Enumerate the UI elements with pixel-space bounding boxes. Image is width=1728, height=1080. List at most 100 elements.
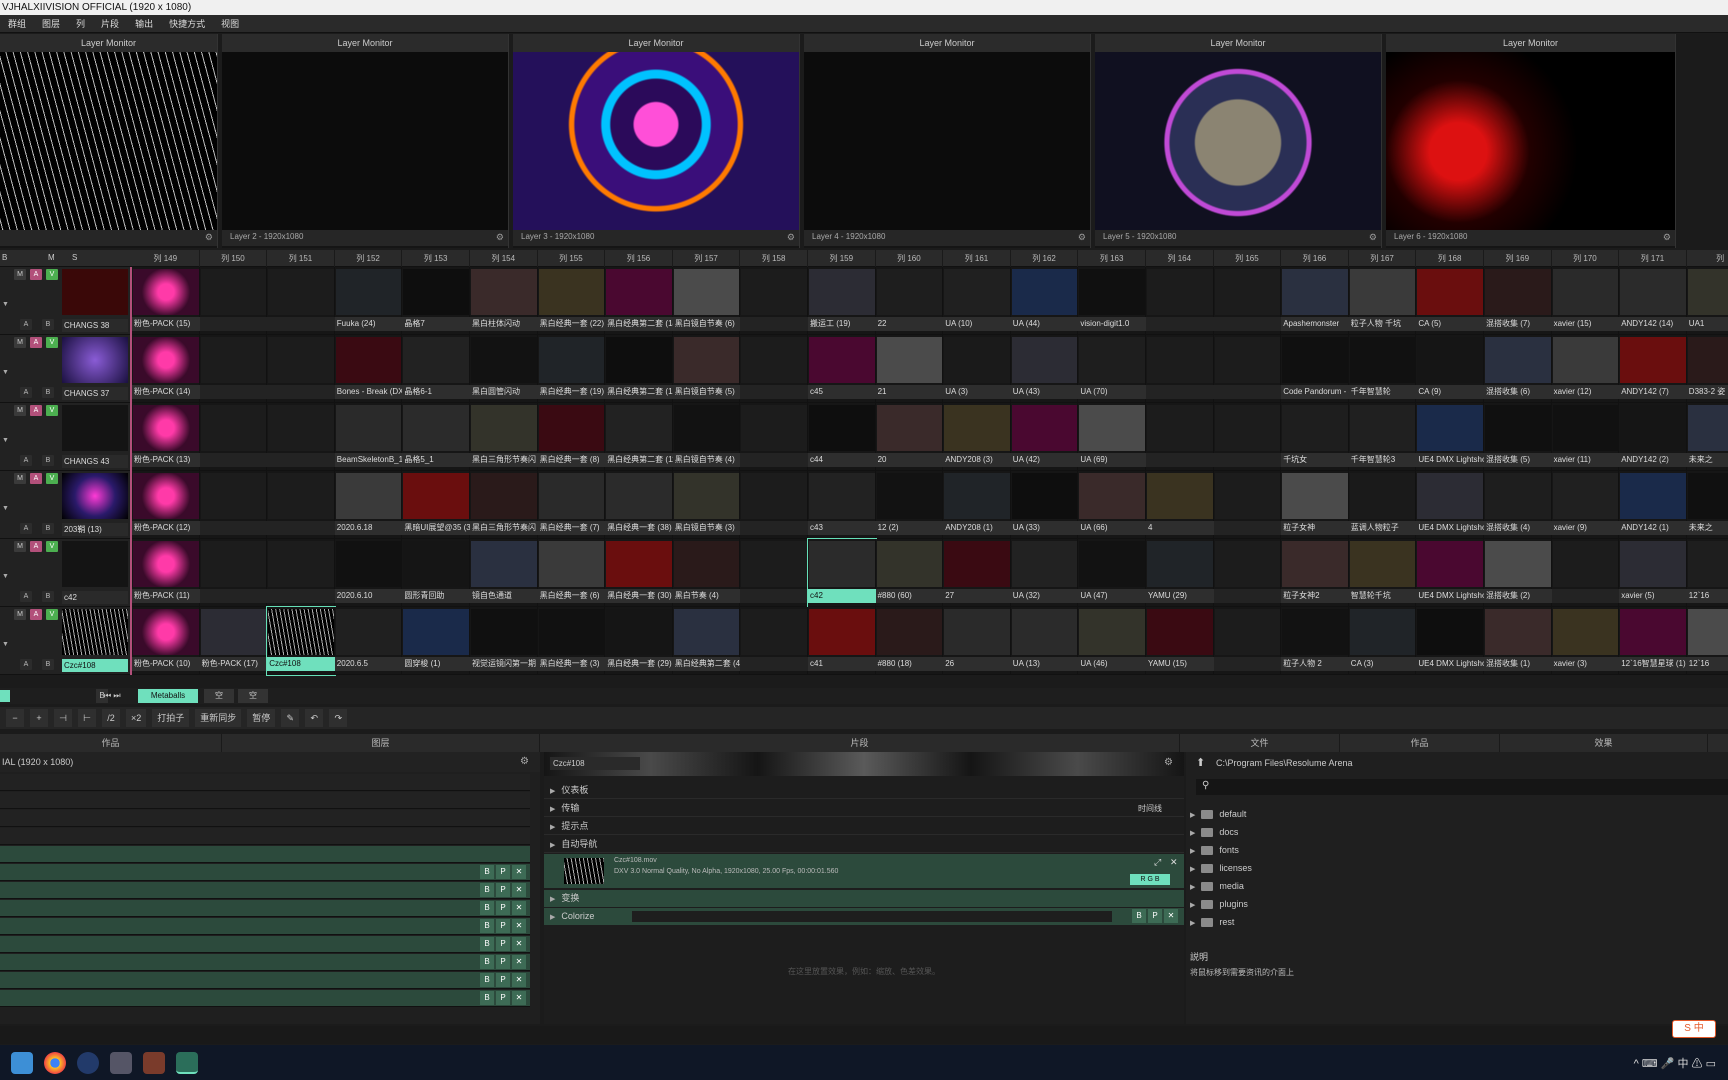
clip-cell[interactable]: UA (44) bbox=[1010, 267, 1079, 335]
gear-icon[interactable]: ⚙ bbox=[520, 756, 529, 767]
clip-cell[interactable]: YAMU (29) bbox=[1146, 539, 1214, 607]
clip-cell[interactable]: 黑白三角形节奏闪 (1) bbox=[470, 471, 538, 539]
empty-clip-slot[interactable] bbox=[199, 539, 268, 607]
clip-cell[interactable]: 粉色-PACK (14) bbox=[132, 335, 200, 403]
toolbar-button[interactable]: 打拍子 bbox=[152, 709, 190, 727]
clip-cell[interactable]: 粉色-PACK (13) bbox=[132, 403, 200, 471]
deck-tab-empty-1[interactable]: 空 bbox=[204, 689, 234, 703]
param-button[interactable]: P bbox=[496, 883, 510, 897]
clip-cell[interactable]: UE4 DMX Lightshow... bbox=[1416, 607, 1484, 675]
empty-clip-slot[interactable] bbox=[267, 335, 335, 403]
chrome-icon[interactable] bbox=[44, 1051, 66, 1074]
clip-cell[interactable]: 26 bbox=[943, 607, 1011, 675]
b-crossfade-button[interactable]: B bbox=[42, 523, 54, 534]
bypass-button[interactable]: B bbox=[480, 937, 494, 951]
a-button[interactable]: A bbox=[30, 473, 42, 484]
column-label[interactable]: 列 157 bbox=[673, 250, 741, 267]
effect-button[interactable]: P bbox=[1148, 909, 1162, 923]
clip-cell[interactable]: 22 bbox=[875, 267, 944, 335]
bypass-button[interactable]: B bbox=[480, 955, 494, 969]
column-label[interactable]: 列 164 bbox=[1146, 250, 1214, 267]
empty-clip-slot[interactable] bbox=[1551, 539, 1620, 607]
a-crossfade-button[interactable]: A bbox=[20, 659, 32, 670]
column-label[interactable]: 列 170 bbox=[1552, 250, 1620, 267]
parameter-row[interactable]: B P ✕ bbox=[0, 882, 530, 899]
panel-tab[interactable]: 图层 bbox=[222, 734, 540, 752]
clip-cell[interactable]: 黑白经典一套 (3) bbox=[537, 607, 606, 675]
clip-cell[interactable]: 粉色-PACK (12) bbox=[132, 471, 200, 539]
empty-clip-slot[interactable] bbox=[740, 403, 808, 471]
bypass-button[interactable]: B bbox=[480, 973, 494, 987]
transport-icons[interactable]: ⏮ ⏭ bbox=[104, 689, 121, 703]
bypass-button[interactable]: B bbox=[480, 901, 494, 915]
column-label[interactable]: 列 161 bbox=[943, 250, 1011, 267]
collapse-arrow-icon[interactable]: ▼ bbox=[2, 437, 9, 444]
a-crossfade-button[interactable]: A bbox=[20, 387, 32, 398]
clip-cell[interactable]: ANDY208 (3) bbox=[943, 403, 1011, 471]
clip-cell[interactable]: 27 bbox=[943, 539, 1011, 607]
empty-clip-slot[interactable] bbox=[1146, 403, 1214, 471]
clip-cell[interactable]: 12`16智慧星球 (1) bbox=[1619, 607, 1687, 675]
v-button[interactable]: V bbox=[46, 405, 58, 416]
empty-clip-slot[interactable] bbox=[267, 403, 335, 471]
clip-cell[interactable]: CA (5) bbox=[1416, 267, 1484, 335]
app-icon[interactable] bbox=[77, 1051, 99, 1074]
column-label[interactable]: 列 150 bbox=[200, 250, 268, 267]
column-label[interactable]: 列 155 bbox=[538, 250, 606, 267]
menu-item[interactable]: 快捷方式 bbox=[161, 17, 213, 30]
clip-cell[interactable]: Czc#108 bbox=[266, 606, 336, 676]
clip-cell[interactable]: UA (70) bbox=[1078, 335, 1146, 403]
a-crossfade-button[interactable]: A bbox=[20, 319, 32, 330]
clip-cell[interactable]: c44 bbox=[808, 403, 876, 471]
clip-cell[interactable]: UA (32) bbox=[1010, 539, 1079, 607]
clip-cell[interactable]: xavier (3) bbox=[1551, 607, 1620, 675]
toolbar-button[interactable]: ⊣ bbox=[54, 709, 72, 727]
clip-cell[interactable]: Bones - Break (DXV3) bbox=[334, 335, 403, 403]
clip-cell[interactable]: UA (43) bbox=[1010, 335, 1079, 403]
mute-button[interactable]: M bbox=[14, 337, 26, 348]
empty-clip-slot[interactable] bbox=[267, 539, 335, 607]
clip-cell[interactable]: UA (3) bbox=[943, 335, 1011, 403]
layer-name[interactable]: CHANGS 37 bbox=[62, 387, 128, 400]
v-button[interactable]: V bbox=[46, 269, 58, 280]
header-toggle[interactable]: S bbox=[72, 253, 77, 262]
clip-cell[interactable]: Apashemonster bbox=[1281, 267, 1349, 335]
clip-cell[interactable]: 黑白经典一套 (6) bbox=[537, 539, 606, 607]
panel-tab[interactable]: 作品 bbox=[0, 734, 222, 752]
parameter-row[interactable]: B P ✕ bbox=[0, 972, 530, 989]
param-button[interactable]: P bbox=[496, 901, 510, 915]
clip-cell[interactable]: 黑白经典一套 (8) bbox=[537, 403, 606, 471]
a-button[interactable]: A bbox=[30, 609, 42, 620]
redo-icon[interactable]: ↷ bbox=[329, 709, 348, 727]
clip-cell[interactable]: 黑白柱体闪动 bbox=[470, 267, 538, 335]
column-label[interactable]: 列 168 bbox=[1416, 250, 1484, 267]
effect-row[interactable]: ▶ 变换 P bbox=[544, 890, 1184, 921]
collapse-arrow-icon[interactable]: ▼ bbox=[2, 573, 9, 580]
column-label[interactable]: 列 153 bbox=[402, 250, 470, 267]
clip-cell[interactable]: 搬运工 (19) bbox=[808, 267, 876, 335]
column-label[interactable]: 列 171 bbox=[1619, 250, 1687, 267]
clip-cell[interactable]: UA (10) bbox=[943, 267, 1011, 335]
panel-tab[interactable]: 片段 bbox=[540, 734, 1180, 752]
bypass-button[interactable]: B bbox=[480, 919, 494, 933]
a-crossfade-button[interactable]: A bbox=[20, 523, 32, 534]
clip-cell[interactable]: 视觉运镜闪第一期 (6) bbox=[470, 607, 538, 675]
clip-cell[interactable]: 黑白镜自节奏 (5) bbox=[672, 335, 741, 403]
param-button[interactable]: P bbox=[496, 919, 510, 933]
remove-icon[interactable]: ✕ bbox=[512, 865, 526, 879]
clip-cell[interactable]: 粉色-PACK (17) bbox=[199, 607, 268, 675]
section-row[interactable]: ▶ 仪表板 bbox=[544, 782, 1184, 799]
parameter-row[interactable]: B P ✕ bbox=[0, 900, 530, 917]
clip-cell[interactable]: 20 bbox=[875, 403, 944, 471]
clip-cell[interactable]: 黑白经典一套 (19) bbox=[537, 335, 606, 403]
ime-indicator[interactable]: S 中 bbox=[1672, 1020, 1716, 1038]
column-label[interactable]: 列 166 bbox=[1281, 250, 1349, 267]
collapse-arrow-icon[interactable]: ▼ bbox=[2, 301, 9, 308]
collapse-arrow-icon[interactable]: ▼ bbox=[2, 641, 9, 648]
empty-clip-slot[interactable] bbox=[199, 335, 268, 403]
toolbar-button[interactable]: + bbox=[30, 709, 48, 727]
clip-cell[interactable]: D383-2 姿 bbox=[1686, 335, 1728, 403]
a-crossfade-button[interactable]: A bbox=[20, 455, 32, 466]
clip-cell[interactable]: #880 (18) bbox=[875, 607, 944, 675]
remove-icon[interactable]: ✕ bbox=[512, 991, 526, 1005]
